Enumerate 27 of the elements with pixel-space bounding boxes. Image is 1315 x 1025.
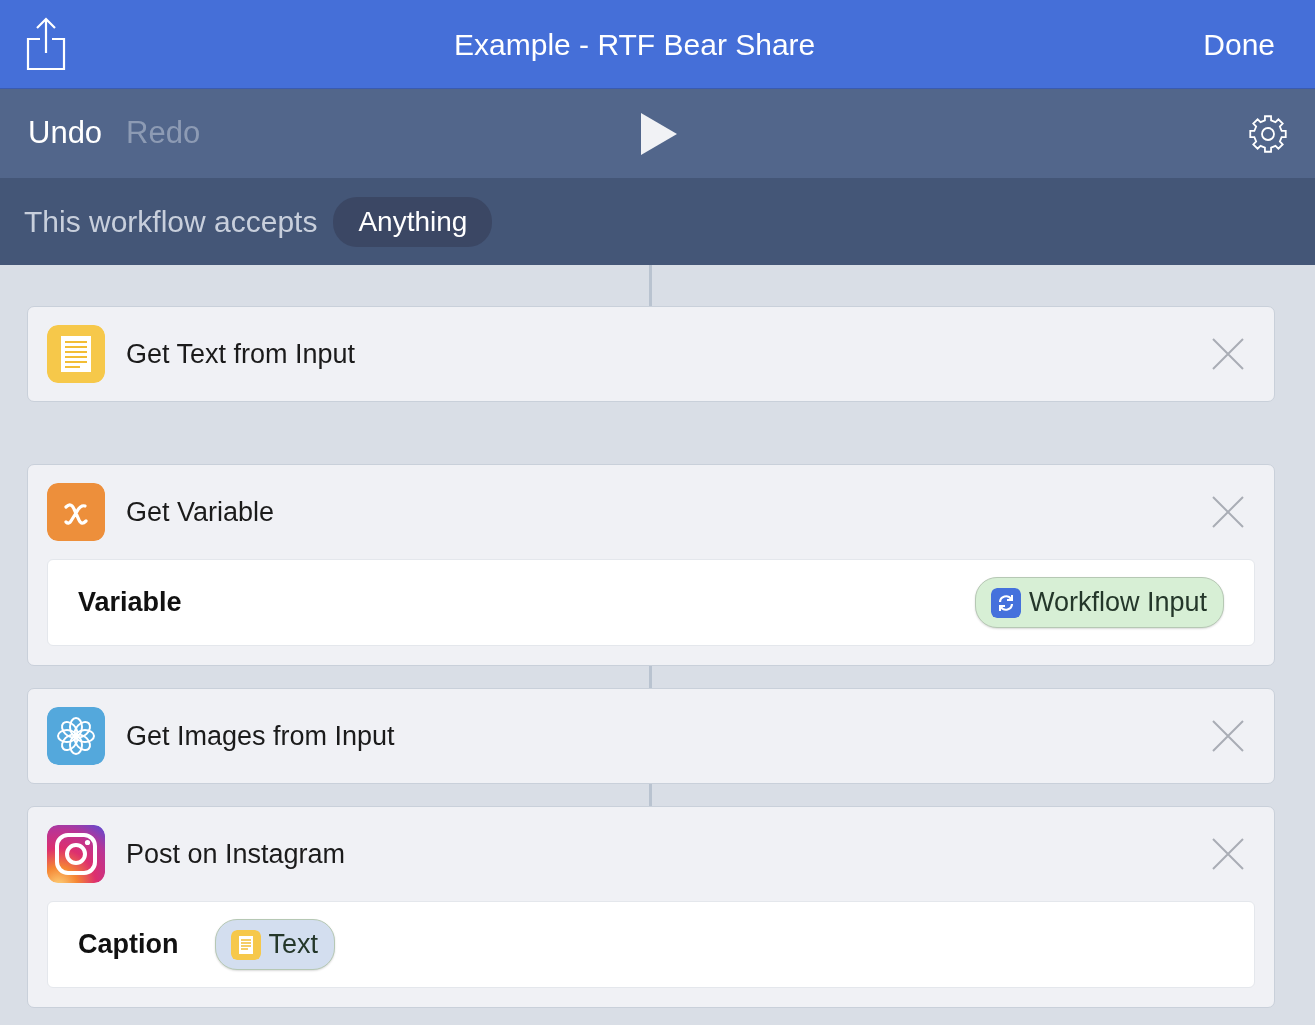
workflow-title: Example - RTF Bear Share — [454, 26, 816, 63]
done-button[interactable]: Done — [1203, 21, 1275, 67]
variable-token[interactable]: Text — [214, 919, 336, 970]
share-button[interactable] — [26, 17, 66, 71]
document-icon — [47, 325, 105, 383]
action-title: Post on Instagram — [126, 837, 346, 871]
sync-arrows-icon — [990, 587, 1021, 618]
camera-icon — [47, 825, 105, 883]
action-title: Get Images from Input — [126, 719, 395, 753]
variable-x-icon — [47, 483, 105, 541]
play-button[interactable] — [639, 111, 678, 156]
input-type-button[interactable]: Anything — [333, 196, 493, 247]
action-title: Get Text from Input — [126, 337, 356, 371]
variable-token[interactable]: Workflow Input — [974, 577, 1224, 628]
flower-icon — [47, 707, 105, 765]
settings-button[interactable] — [1247, 112, 1289, 155]
close-button[interactable] — [1212, 720, 1244, 752]
parameter-label: Caption — [78, 928, 179, 962]
close-button[interactable] — [1212, 338, 1244, 370]
accepts-label: This workflow accepts — [24, 204, 318, 240]
parameter-label: Variable — [78, 586, 182, 620]
document-icon — [230, 929, 261, 960]
undo-button[interactable]: Undo — [28, 110, 103, 157]
share-icon — [26, 17, 66, 71]
action-title: Get Variable — [126, 495, 275, 529]
close-button[interactable] — [1212, 496, 1244, 528]
close-button[interactable] — [1212, 838, 1244, 870]
